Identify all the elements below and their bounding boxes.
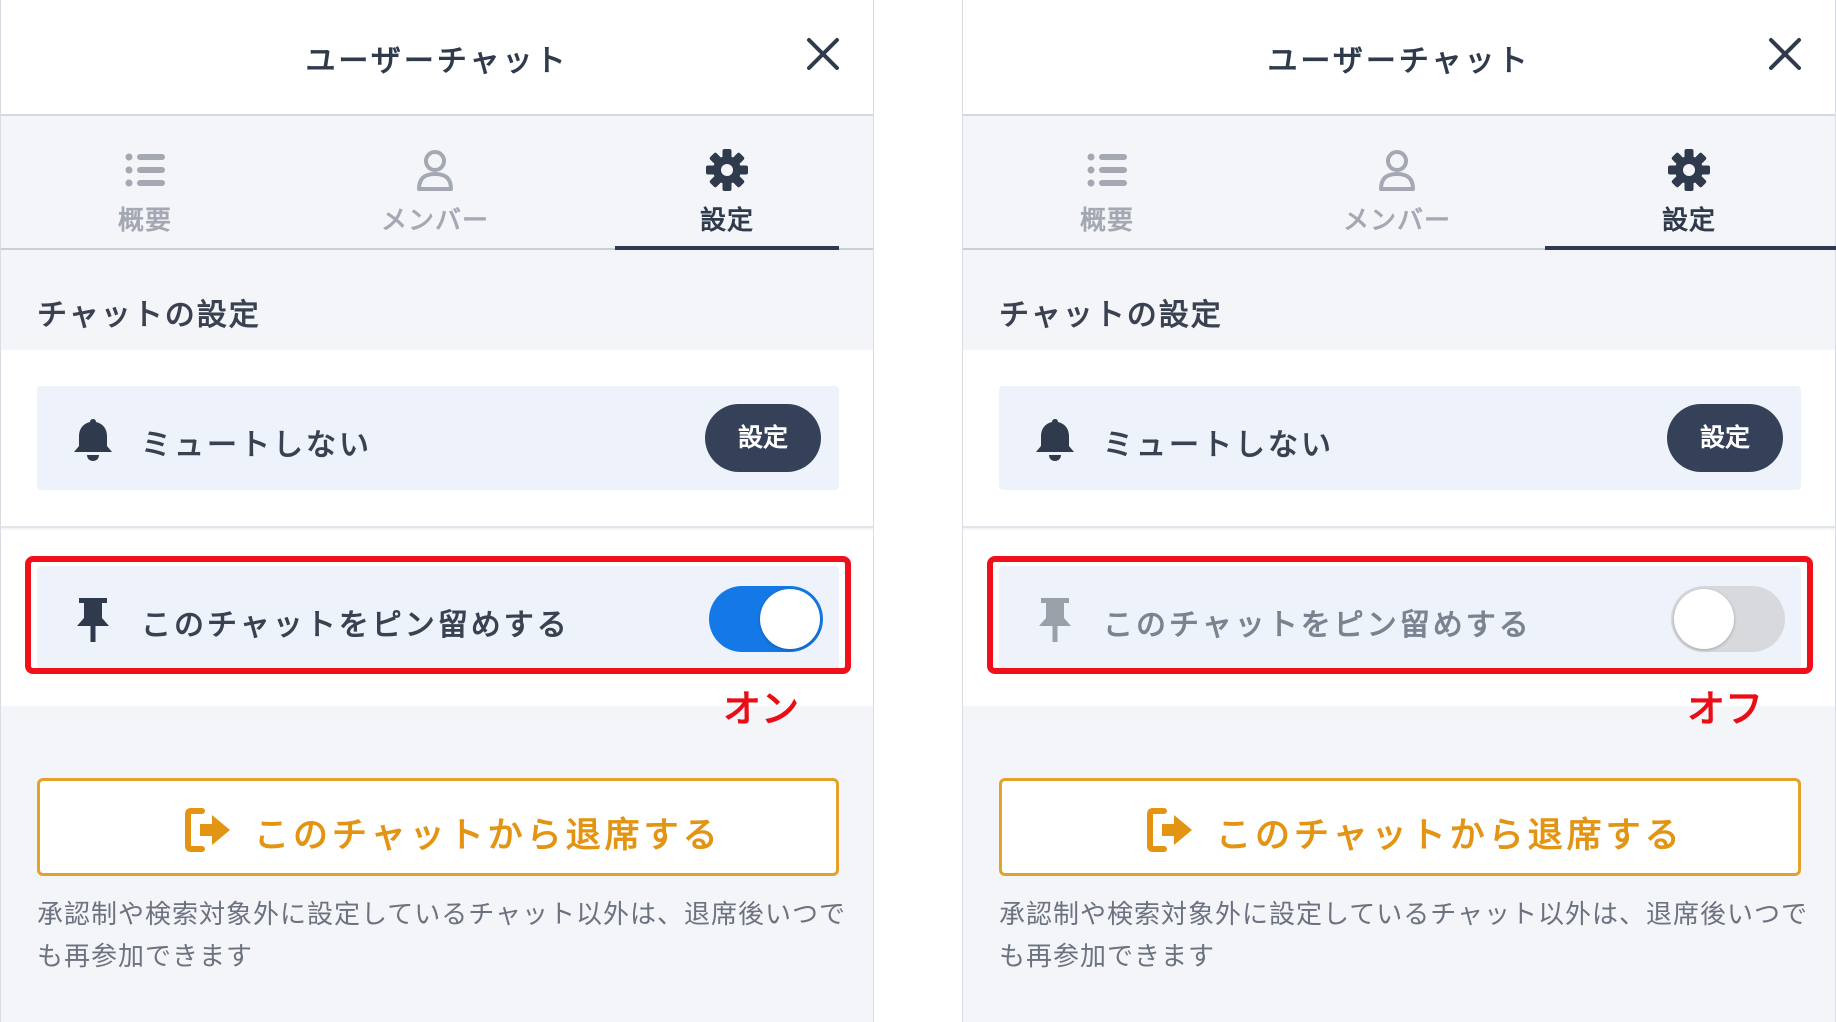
list-icon: [125, 153, 165, 187]
leave-note: 承認制や検索対象外に設定しているチャット以外は、退席後いつでも再参加できます: [999, 900, 1808, 972]
list-icon: [1087, 153, 1127, 187]
user-icon: [1379, 150, 1415, 191]
tab-overview[interactable]: 概要: [995, 116, 1219, 248]
section-title: チャットの設定: [37, 298, 261, 333]
leave-chat-button[interactable]: このチャットから退席する: [999, 778, 1801, 876]
mute-settings-button[interactable]: 設定: [1667, 404, 1783, 472]
gear-icon: [1668, 149, 1710, 191]
bell-icon: [1036, 419, 1074, 461]
chat-settings-panel-off: ユーザーチャット 概要 メンバー 設定 チャットの設定 ミュートしない 設定 こ…: [962, 0, 1836, 1022]
header-title: ユーザーチャット: [1267, 44, 1531, 79]
chat-settings-panel-on: ユーザーチャット 概要 メンバー 設定 チャットの設定 ミュートしない 設定 こ…: [0, 0, 874, 1022]
annotation-off: オフ: [1687, 687, 1764, 731]
header-title: ユーザーチャット: [305, 44, 569, 79]
highlight-box: [987, 556, 1813, 674]
annotation-on: オン: [723, 687, 800, 731]
tab-bar: 概要 メンバー 設定: [963, 116, 1836, 250]
leave-note: 承認制や検索対象外に設定しているチャット以外は、退席後いつでも再参加できます: [37, 900, 846, 972]
tab-settings[interactable]: 設定: [615, 116, 839, 248]
tab-bar: 概要 メンバー 設定: [1, 116, 873, 250]
mute-setting-row: ミュートしない 設定: [999, 386, 1801, 490]
tab-members[interactable]: メンバー: [1285, 116, 1509, 248]
sign-out-icon: [185, 808, 230, 852]
user-icon: [417, 150, 453, 191]
tab-overview[interactable]: 概要: [33, 116, 257, 248]
mute-settings-button[interactable]: 設定: [705, 404, 821, 472]
close-icon[interactable]: [803, 34, 843, 74]
tab-settings[interactable]: 設定: [1577, 116, 1801, 248]
sign-out-icon: [1147, 808, 1192, 852]
tab-overview-label: 概要: [1079, 206, 1134, 236]
leave-chat-label: このチャットから退席する: [254, 816, 722, 856]
comparison-stage: ユーザーチャット 概要 メンバー 設定 チャットの設定 ミュートしない 設定 こ…: [0, 0, 1836, 1022]
leave-chat-label: このチャットから退席する: [1216, 816, 1684, 856]
mute-label: ミュートしない: [141, 428, 372, 463]
mute-setting-row: ミュートしない 設定: [37, 386, 839, 490]
close-icon[interactable]: [1765, 34, 1805, 74]
highlight-box: [25, 556, 851, 674]
tab-settings-label: 設定: [699, 206, 754, 236]
gear-icon: [706, 149, 748, 191]
tab-members-label: メンバー: [380, 206, 489, 236]
tab-settings-label: 設定: [1661, 206, 1716, 236]
leave-chat-button[interactable]: このチャットから退席する: [37, 778, 839, 876]
mute-label: ミュートしない: [1103, 428, 1334, 463]
bell-icon: [74, 419, 112, 461]
tab-members[interactable]: メンバー: [323, 116, 547, 248]
section-title: チャットの設定: [999, 298, 1223, 333]
tab-members-label: メンバー: [1342, 206, 1451, 236]
panel-header: ユーザーチャット: [963, 0, 1835, 116]
tab-overview-label: 概要: [117, 206, 172, 236]
panel-header: ユーザーチャット: [1, 0, 873, 116]
active-tab-indicator: [1545, 246, 1836, 250]
active-tab-indicator: [615, 246, 839, 250]
